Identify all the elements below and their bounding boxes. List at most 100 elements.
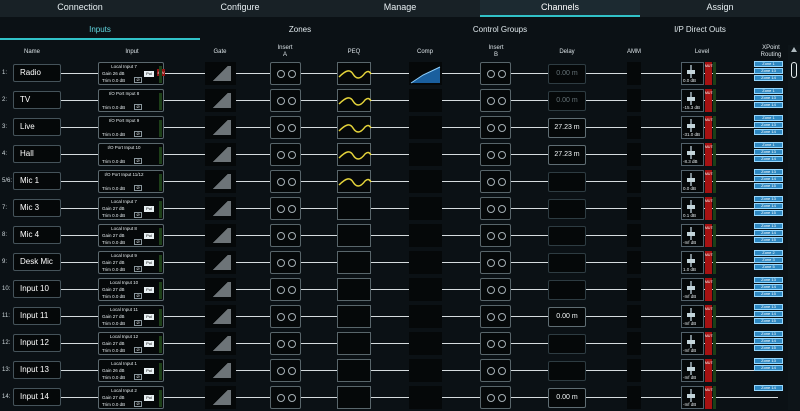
fader-knob-icon[interactable]: [687, 70, 695, 74]
compressor-graph[interactable]: [409, 224, 442, 247]
insert-b-button[interactable]: [480, 332, 511, 355]
xpoint-routing-list[interactable]: Zone 13 Zone 14 Zone 15: [754, 331, 783, 356]
peq-graph[interactable]: [337, 305, 371, 328]
input-select-box[interactable]: I/O Port Input 8 Trim 0.0 dB Ø: [98, 89, 164, 112]
mute-button[interactable]: MUTE: [705, 386, 715, 409]
xpoint-routing-list[interactable]: Zone 1 Zone 13 Zone 14: [754, 61, 783, 86]
peq-graph[interactable]: [337, 386, 371, 409]
channel-name-field[interactable]: Input 11: [13, 307, 61, 325]
polarity-icon[interactable]: Ø: [134, 131, 142, 137]
gate-graph[interactable]: [205, 332, 236, 355]
insert-b-button[interactable]: [480, 197, 511, 220]
polarity-icon[interactable]: Ø: [134, 77, 142, 83]
input-select-box[interactable]: I/O Port Input 11/12 Trim 0.0 dB Ø: [98, 170, 164, 193]
insert-a-button[interactable]: [270, 224, 301, 247]
xpoint-routing-list[interactable]: Zone 13 Zone 14 Zone 15: [754, 196, 783, 221]
mute-button[interactable]: MUTE: [705, 224, 715, 247]
mute-button[interactable]: MUTE: [705, 170, 715, 193]
phase-badge[interactable]: Pol: [144, 368, 154, 374]
compressor-graph[interactable]: [409, 62, 442, 85]
delay-value[interactable]: [548, 199, 586, 219]
subtab-control-groups[interactable]: Control Groups: [400, 22, 600, 40]
polarity-icon[interactable]: Ø: [134, 374, 142, 380]
routing-zone-tag[interactable]: Zone 14: [754, 284, 783, 290]
fader-knob-icon[interactable]: [687, 286, 695, 290]
amm-slot[interactable]: [627, 224, 641, 247]
xpoint-routing-list[interactable]: Zone 13 Zone 14 Zone 15: [754, 169, 783, 194]
delay-value[interactable]: 27.23 m: [548, 118, 586, 138]
channel-name-field[interactable]: Input 14: [13, 388, 61, 406]
insert-b-button[interactable]: [480, 170, 511, 193]
insert-a-button[interactable]: [270, 359, 301, 382]
routing-zone-tag[interactable]: Zone 15: [754, 345, 783, 351]
delay-value[interactable]: 0.00 m: [548, 307, 586, 327]
polarity-icon[interactable]: Ø: [134, 347, 142, 353]
delay-value[interactable]: [548, 361, 586, 381]
routing-zone-tag[interactable]: Zone 14: [754, 385, 783, 391]
insert-a-button[interactable]: [270, 332, 301, 355]
mute-button[interactable]: MUTE: [705, 251, 715, 274]
gate-graph[interactable]: [205, 197, 236, 220]
subtab-ip-direct-outs[interactable]: I/P Direct Outs: [600, 22, 800, 40]
routing-zone-tag[interactable]: Zone 13: [754, 149, 783, 155]
delay-value[interactable]: 0.00 m: [548, 388, 586, 408]
phase-badge[interactable]: Pol: [144, 233, 154, 239]
delay-value[interactable]: [548, 172, 586, 192]
insert-a-button[interactable]: [270, 197, 301, 220]
polarity-icon[interactable]: Ø: [134, 185, 142, 191]
amm-slot[interactable]: [627, 143, 641, 166]
vertical-scrollbar[interactable]: [788, 45, 800, 410]
gate-graph[interactable]: [205, 116, 236, 139]
channel-name-field[interactable]: Desk Mic: [13, 253, 61, 271]
fader-knob-icon[interactable]: [687, 151, 695, 155]
tab-configure[interactable]: Configure: [160, 0, 320, 17]
fader-knob-icon[interactable]: [687, 124, 695, 128]
compressor-graph[interactable]: [409, 359, 442, 382]
polarity-icon[interactable]: Ø: [134, 401, 142, 407]
xpoint-routing-list[interactable]: Zone 13 Zone 14: [754, 358, 783, 383]
routing-zone-tag[interactable]: Zone 15: [754, 210, 783, 216]
compressor-graph[interactable]: [409, 251, 442, 274]
routing-zone-tag[interactable]: Zone 5: [754, 264, 783, 270]
channel-name-field[interactable]: Mic 4: [13, 226, 61, 244]
peq-graph[interactable]: [337, 170, 372, 193]
routing-zone-tag[interactable]: Zone 14: [754, 203, 783, 209]
routing-zone-tag[interactable]: Zone 14: [754, 338, 783, 344]
fader-knob-icon[interactable]: [687, 313, 695, 317]
level-fader[interactable]: -Inf dB: [681, 224, 704, 247]
fader-knob-icon[interactable]: [687, 259, 695, 263]
fader-knob-icon[interactable]: [687, 340, 695, 344]
tab-channels[interactable]: Channels: [480, 0, 640, 17]
gate-graph[interactable]: [205, 89, 236, 112]
insert-b-button[interactable]: [480, 224, 511, 247]
mute-button[interactable]: MUTE: [705, 62, 715, 85]
peq-graph[interactable]: [337, 251, 371, 274]
insert-a-button[interactable]: [270, 170, 301, 193]
routing-zone-tag[interactable]: Zone 2: [754, 250, 783, 256]
routing-zone-tag[interactable]: Zone 15: [754, 291, 783, 297]
channel-name-field[interactable]: TV: [13, 91, 61, 109]
xpoint-routing-list[interactable]: Zone 1 Zone 13 Zone 14: [754, 142, 783, 167]
insert-a-button[interactable]: [270, 251, 301, 274]
routing-zone-tag[interactable]: Zone 14: [754, 129, 783, 135]
routing-zone-tag[interactable]: Zone 14: [754, 365, 783, 371]
channel-name-field[interactable]: Input 13: [13, 361, 61, 379]
phase-badge[interactable]: Pol: [144, 206, 154, 212]
compressor-graph[interactable]: [409, 278, 442, 301]
gate-graph[interactable]: [205, 251, 236, 274]
gate-graph[interactable]: [205, 170, 236, 193]
routing-zone-tag[interactable]: Zone 1: [754, 115, 783, 121]
phase-badge[interactable]: Pol: [144, 71, 154, 77]
routing-zone-tag[interactable]: Zone 3: [754, 257, 783, 263]
insert-b-button[interactable]: [480, 116, 511, 139]
level-fader[interactable]: -15.3 dB: [681, 89, 704, 112]
channel-name-field[interactable]: Hall: [13, 145, 61, 163]
compressor-graph[interactable]: [409, 170, 442, 193]
gate-graph[interactable]: [205, 305, 236, 328]
amm-slot[interactable]: [627, 197, 641, 220]
xpoint-routing-list[interactable]: Zone 14: [754, 385, 783, 410]
scroll-up-icon[interactable]: [791, 47, 797, 52]
peq-graph[interactable]: [337, 197, 371, 220]
fader-knob-icon[interactable]: [687, 232, 695, 236]
amm-slot[interactable]: [627, 386, 641, 409]
